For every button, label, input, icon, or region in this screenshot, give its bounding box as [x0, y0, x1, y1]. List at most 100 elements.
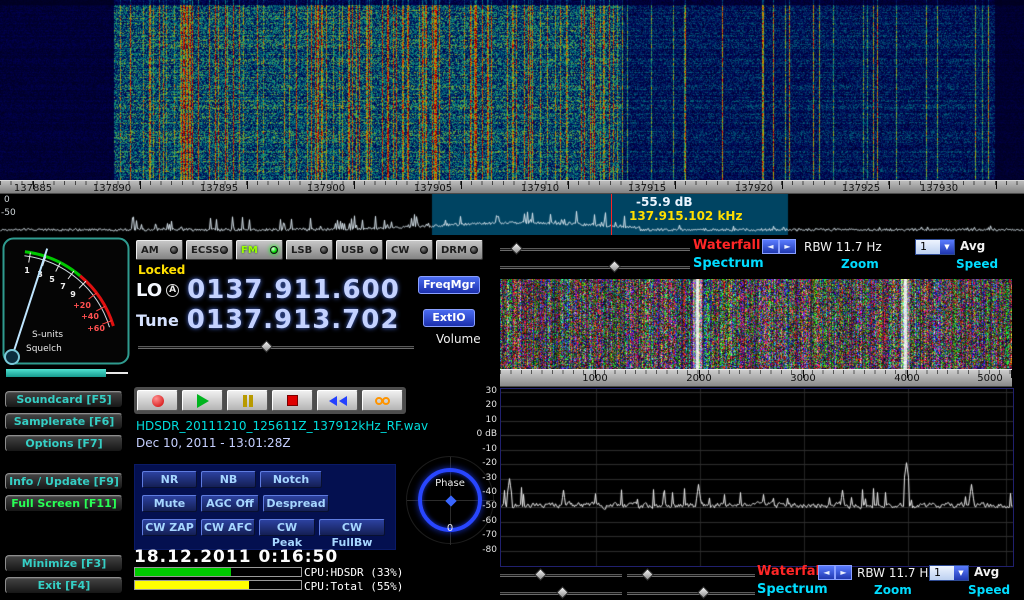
minimize-button[interactable]: Minimize [F3] [5, 555, 123, 572]
cw-zap-button[interactable]: CW ZAP [142, 519, 197, 536]
options-button[interactable]: Options [F7] [5, 435, 123, 452]
arrow-left-icon[interactable]: ◄ [762, 239, 779, 254]
chevron-down-icon[interactable]: ▼ [954, 566, 968, 580]
exit-button[interactable]: Exit [F4] [5, 577, 123, 594]
mute-button[interactable]: Mute [142, 495, 197, 512]
bottom-waterfall-brightness-slider[interactable] [500, 569, 622, 581]
db-axis-label: -70 [457, 530, 497, 540]
full-screen-button[interactable]: Full Screen [F11] [5, 495, 123, 512]
audio-frequency-scale[interactable]: 1000 2000 3000 4000 5000 [500, 369, 1012, 387]
bottom-waterfall-contrast-slider[interactable] [627, 569, 755, 581]
mode-fm-button[interactable]: FM [236, 240, 283, 260]
slider-thumb[interactable] [556, 586, 569, 599]
ruler-tick-label: 137890 [90, 183, 134, 194]
notch-button[interactable]: Notch [260, 471, 322, 488]
main-waterfall-display[interactable] [0, 0, 1024, 180]
slider-thumb[interactable] [697, 586, 710, 599]
stop-button[interactable] [272, 390, 313, 411]
slider-groove [138, 346, 414, 349]
tune-cursor-line[interactable] [611, 194, 612, 235]
nb-button[interactable]: NB [201, 471, 256, 488]
mode-button-row: AM ECSS FM LSB USB CW DRM [136, 240, 483, 260]
frequency-ruler[interactable]: 137885 137890 137895 137900 137905 13791… [0, 180, 1024, 194]
record-button[interactable] [137, 390, 178, 411]
volume-slider[interactable] [138, 341, 414, 353]
avg-label: Avg [974, 565, 999, 579]
mode-cw-button[interactable]: CW [386, 240, 433, 260]
rbw-label: RBW 11.7 Hz [857, 566, 935, 580]
agc-button[interactable]: AGC Off [201, 495, 259, 512]
cw-afc-button[interactable]: CW AFC [201, 519, 255, 536]
bottom-spectrum-range-slider[interactable] [500, 587, 622, 599]
playback-controls [134, 387, 406, 414]
ruler-tick-label: 137915 [625, 183, 669, 194]
audio-spectrum-display[interactable] [500, 388, 1014, 567]
ruler-tick-label: 137885 [11, 183, 55, 194]
mode-ecss-button[interactable]: ECSS [186, 240, 233, 260]
rbw-label: RBW 11.7 Hz [804, 240, 882, 254]
chevron-down-icon[interactable]: ▼ [940, 240, 954, 254]
slider-thumb[interactable] [608, 260, 621, 273]
slider-thumb[interactable] [534, 568, 547, 581]
waterfall-label[interactable]: Waterfall [757, 564, 824, 579]
spectrum-label[interactable]: Spectrum [693, 256, 764, 271]
pause-button[interactable] [227, 390, 268, 411]
cw-peak-button[interactable]: CW Peak [259, 519, 315, 536]
play-icon [197, 394, 209, 408]
spectrum-label[interactable]: Spectrum [757, 582, 828, 597]
freqmgr-button[interactable]: FreqMgr [418, 276, 480, 294]
s-meter: 1 3 5 7 9 +20 +40 +60 S-units Squelch [2, 237, 130, 365]
cw-fullbw-button[interactable]: CW FullBw [319, 519, 385, 536]
scale-tick-label: 3000 [783, 373, 823, 384]
rewind-button[interactable] [317, 390, 358, 411]
play-button[interactable] [182, 390, 223, 411]
arrow-right-icon[interactable]: ► [835, 565, 852, 580]
tune-frequency-display[interactable]: 0137.913.702 [187, 305, 400, 335]
ruler-tick-label: 137895 [197, 183, 241, 194]
squelch-level[interactable] [6, 369, 106, 377]
squelch-knob[interactable] [5, 350, 19, 364]
squelch-slider[interactable] [6, 369, 128, 377]
db-axis-label: -20 [457, 458, 497, 468]
mode-lsb-button[interactable]: LSB [286, 240, 333, 260]
mode-drm-button[interactable]: DRM [436, 240, 483, 260]
info-update-button[interactable]: Info / Update [F9] [5, 473, 123, 490]
soundcard-button[interactable]: Soundcard [F5] [5, 391, 123, 408]
loop-button[interactable] [362, 390, 403, 411]
spectrum-range-slider[interactable] [500, 261, 690, 273]
avg-select[interactable]: 1 ▼ [915, 239, 955, 255]
waterfall-label[interactable]: Waterfall [693, 238, 760, 253]
slider-thumb[interactable] [641, 568, 654, 581]
cursor-frequency-readout: 137.915.102 kHz [629, 209, 742, 223]
slider-thumb[interactable] [510, 242, 523, 255]
samplerate-button[interactable]: Samplerate [F6] [5, 413, 123, 430]
smeter-squelch-label: Squelch [26, 344, 62, 354]
stop-icon [287, 395, 298, 406]
avg-label: Avg [960, 239, 985, 253]
arrow-right-icon[interactable]: ► [779, 239, 796, 254]
lo-lock-badge-icon[interactable]: A [166, 284, 179, 297]
dsp-panel: NR NB Notch Mute AGC Off Despread CW ZAP… [134, 464, 396, 550]
lo-frequency-display[interactable]: 0137.911.600 [187, 275, 400, 305]
despread-button[interactable]: Despread [263, 495, 329, 512]
mode-am-button[interactable]: AM [136, 240, 183, 260]
slider-thumb[interactable] [260, 340, 273, 353]
avg-select[interactable]: 1 ▼ [929, 565, 969, 581]
audio-waterfall-display[interactable] [500, 279, 1012, 369]
extio-button[interactable]: ExtIO [423, 309, 475, 327]
bottom-spectrum-offset-slider[interactable] [627, 587, 755, 599]
date-time-display: 18.12.2011 0:16:50 [134, 547, 338, 567]
tune-label: Tune [136, 311, 179, 330]
smeter-tick-label: 9 [70, 290, 76, 299]
mode-usb-button[interactable]: USB [336, 240, 383, 260]
overview-spectrum-canvas[interactable] [0, 194, 1024, 235]
overview-spectrum[interactable]: 0 -50 -55.9 dB 137.915.102 kHz [0, 194, 1024, 235]
nr-button[interactable]: NR [142, 471, 197, 488]
smeter-tick-label: +60 [87, 324, 105, 333]
slider-groove [500, 266, 690, 269]
arrow-left-icon[interactable]: ◄ [818, 565, 835, 580]
db-axis-label: 10 [457, 415, 497, 425]
waterfall-brightness-slider[interactable] [500, 243, 690, 255]
ruler-tick-label: 137905 [411, 183, 455, 194]
db-axis-label: -80 [457, 545, 497, 555]
